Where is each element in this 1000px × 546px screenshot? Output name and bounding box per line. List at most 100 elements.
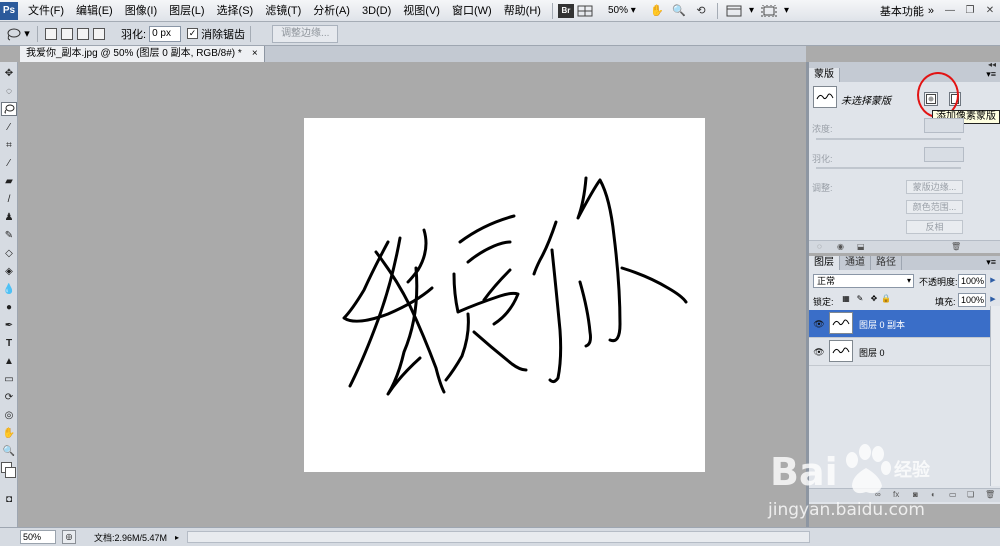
status-info-icon[interactable]: ◎ xyxy=(62,530,76,544)
clone-stamp-tool-icon[interactable]: ♟ xyxy=(1,210,17,224)
tab-channels[interactable]: 通道 xyxy=(840,256,871,270)
tab-masks[interactable]: 蒙版 xyxy=(809,68,840,82)
add-to-selection-icon[interactable] xyxy=(61,27,73,40)
shape-tool-icon[interactable]: ▭ xyxy=(1,372,17,386)
invert-button[interactable]: 反相 xyxy=(906,220,963,234)
arrange-documents-icon[interactable] xyxy=(723,2,745,20)
lasso-preset-icon[interactable] xyxy=(4,26,22,42)
close-icon[interactable]: × xyxy=(252,46,258,62)
menu-filter[interactable]: 滤镜(T) xyxy=(259,0,307,22)
lasso-tool-icon[interactable] xyxy=(1,102,17,116)
menu-select[interactable]: 选择(S) xyxy=(211,0,260,22)
restore-icon[interactable]: ❐ xyxy=(960,2,980,20)
mask-feather-field[interactable] xyxy=(924,147,964,162)
marquee-tool-icon[interactable]: ◌ xyxy=(1,84,17,98)
menu-edit[interactable]: 编辑(E) xyxy=(70,0,119,22)
quick-select-tool-icon[interactable]: ⁄ xyxy=(1,120,17,134)
eyedropper-tool-icon[interactable]: ⁄ xyxy=(1,156,17,170)
load-selection-icon[interactable]: ◌ xyxy=(817,241,822,253)
chevron-down-icon[interactable]: ▾ xyxy=(22,26,32,42)
chevron-down-icon[interactable]: ▾ xyxy=(745,3,758,19)
fill-field[interactable]: 100% xyxy=(958,293,986,307)
lock-all-icon[interactable]: 🔒 xyxy=(881,294,891,304)
document-canvas[interactable] xyxy=(304,118,705,472)
workspace-switcher[interactable]: 基本功能 » xyxy=(874,3,940,19)
background-color-swatch[interactable] xyxy=(5,467,16,478)
eye-icon[interactable]: 👁 xyxy=(813,346,825,358)
antialias-checkbox[interactable]: ✓ xyxy=(187,28,199,39)
menu-window[interactable]: 窗口(W) xyxy=(446,0,498,22)
bridge-icon[interactable]: Br xyxy=(557,3,574,18)
delete-mask-icon[interactable]: 🗑 xyxy=(951,241,961,253)
path-selection-tool-icon[interactable]: ▲ xyxy=(1,354,17,368)
crop-tool-icon[interactable]: ⌗ xyxy=(1,138,17,152)
menu-layer[interactable]: 图层(L) xyxy=(163,0,210,22)
panel-menu-icon[interactable]: ▾≡ xyxy=(986,257,996,268)
rotate-view-icon[interactable]: ⟲ xyxy=(690,2,712,20)
mask-feather-slider[interactable] xyxy=(816,167,961,169)
canvas-area[interactable] xyxy=(19,62,806,527)
3d-rotate-tool-icon[interactable]: ⟳ xyxy=(1,390,17,404)
hand-tool-icon[interactable]: ✋ xyxy=(1,426,17,440)
horizontal-scrollbar[interactable] xyxy=(187,531,810,543)
zoom-level-dropdown[interactable]: 50% ▾ xyxy=(604,3,646,19)
eye-icon[interactable]: 👁 xyxy=(813,318,825,330)
color-range-button[interactable]: 颜色范围... xyxy=(906,200,963,214)
opacity-field[interactable]: 100% xyxy=(958,274,986,288)
menu-view[interactable]: 视图(V) xyxy=(397,0,446,22)
blend-mode-select[interactable]: 正常 ▾ xyxy=(813,274,914,288)
blur-tool-icon[interactable]: 💧 xyxy=(1,282,17,296)
options-bar: ▾ 羽化: ✓ 消除锯齿 调整边缘... xyxy=(0,22,1000,46)
apply-mask-icon[interactable]: ⬓ xyxy=(857,241,865,253)
document-title: 我爱你_副本.jpg @ 50% (图层 0 副本, RGB/8#) * xyxy=(26,48,242,59)
brush-tool-icon[interactable]: / xyxy=(1,192,17,206)
healing-brush-tool-icon[interactable]: ▰ xyxy=(1,174,17,188)
tab-paths[interactable]: 路径 xyxy=(871,256,902,270)
chevron-right-icon[interactable]: ▶ xyxy=(988,293,998,307)
pen-tool-icon[interactable]: ✒ xyxy=(1,318,17,332)
quick-mask-icon[interactable]: ◘ xyxy=(1,492,17,506)
zoom-tool-icon[interactable]: 🔍 xyxy=(1,444,17,458)
feather-input[interactable] xyxy=(149,25,182,42)
screen-mode-icon[interactable] xyxy=(758,2,780,20)
chevron-down-icon: ▾ xyxy=(627,5,636,16)
hand-tool-icon[interactable]: ✋ xyxy=(646,2,668,20)
minimize-icon[interactable]: — xyxy=(940,2,960,20)
lock-position-icon[interactable]: ✥ xyxy=(869,294,879,304)
view-extras-icon[interactable] xyxy=(574,2,596,20)
new-selection-icon[interactable] xyxy=(45,27,57,40)
intersect-selection-icon[interactable] xyxy=(93,27,105,40)
history-brush-tool-icon[interactable]: ✎ xyxy=(1,228,17,242)
eraser-tool-icon[interactable]: ◇ xyxy=(1,246,17,260)
refine-edge-button[interactable]: 调整边缘... xyxy=(272,24,339,43)
chevron-down-icon[interactable]: ▾ xyxy=(780,3,793,19)
zoom-tool-icon[interactable]: 🔍 xyxy=(668,2,690,20)
lock-transparent-icon[interactable]: ▦ xyxy=(841,294,851,304)
panel-menu-icon[interactable]: ▾≡ xyxy=(986,69,996,80)
chevron-right-icon[interactable]: ▶ xyxy=(988,274,998,288)
zoom-status-field[interactable]: 50% xyxy=(20,530,56,544)
subtract-from-selection-icon[interactable] xyxy=(77,27,89,40)
menu-help[interactable]: 帮助(H) xyxy=(498,0,547,22)
mask-edge-button[interactable]: 蒙版边缘... xyxy=(906,180,963,194)
lock-pixels-icon[interactable]: ✎ xyxy=(855,294,865,304)
menu-analysis[interactable]: 分析(A) xyxy=(307,0,356,22)
menu-file[interactable]: 文件(F) xyxy=(22,0,70,22)
move-tool-icon[interactable]: ✥ xyxy=(1,66,17,80)
chevron-right-icon[interactable]: ▸ xyxy=(175,533,179,542)
document-tab[interactable]: 我爱你_副本.jpg @ 50% (图层 0 副本, RGB/8#) * × xyxy=(20,46,265,62)
mask-visibility-icon[interactable]: ◉ xyxy=(837,241,844,253)
tab-layers[interactable]: 图层 xyxy=(809,256,840,270)
close-icon[interactable]: ✕ xyxy=(980,2,1000,20)
type-tool-icon[interactable]: T xyxy=(1,336,17,350)
menu-image[interactable]: 图像(I) xyxy=(119,0,163,22)
density-slider[interactable] xyxy=(816,138,961,140)
document-tab-bar: 我爱你_副本.jpg @ 50% (图层 0 副本, RGB/8#) * × xyxy=(20,46,806,62)
density-field[interactable] xyxy=(924,118,964,133)
gradient-tool-icon[interactable]: ◈ xyxy=(1,264,17,278)
layer-row[interactable]: 👁 图层 0 xyxy=(809,338,990,366)
dodge-tool-icon[interactable]: ● xyxy=(1,300,17,314)
menu-3d[interactable]: 3D(D) xyxy=(356,0,397,22)
3d-orbit-tool-icon[interactable]: ◎ xyxy=(1,408,17,422)
layer-row[interactable]: 👁 图层 0 副本 xyxy=(809,310,990,338)
